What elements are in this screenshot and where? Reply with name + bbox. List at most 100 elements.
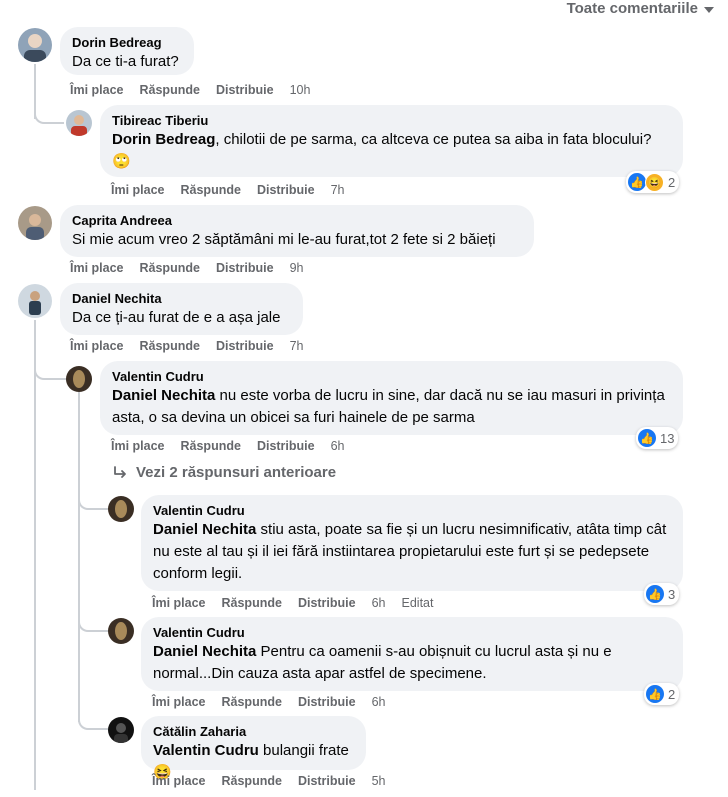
comment-time[interactable]: 5h bbox=[372, 774, 386, 788]
reply-button[interactable]: Răspunde bbox=[222, 774, 282, 788]
mention-link[interactable]: Daniel Nechita bbox=[153, 643, 256, 660]
avatar[interactable] bbox=[108, 618, 134, 644]
share-button[interactable]: Distribuie bbox=[216, 261, 274, 275]
like-button[interactable]: Îmi place bbox=[111, 183, 165, 197]
like-button[interactable]: Îmi place bbox=[152, 596, 206, 610]
share-button[interactable]: Distribuie bbox=[298, 596, 356, 610]
thread-line bbox=[78, 392, 80, 722]
reply-button[interactable]: Răspunde bbox=[140, 83, 200, 97]
comment-actions: Îmi place Răspunde Distribuie 9h bbox=[70, 261, 304, 275]
like-button[interactable]: Îmi place bbox=[70, 261, 124, 275]
comment-text: Daniel Nechita nu este vorba de lucru in… bbox=[112, 387, 665, 426]
edited-label: Editat bbox=[401, 596, 434, 610]
reactions-summary[interactable]: 👍 2 bbox=[644, 683, 680, 705]
reply-button[interactable]: Răspunde bbox=[222, 596, 282, 610]
mention-link[interactable]: Daniel Nechita bbox=[153, 521, 256, 538]
comment-bubble: Cătălin Zaharia Valentin Cudru bulangii … bbox=[141, 716, 366, 781]
reply-button[interactable]: Răspunde bbox=[222, 695, 282, 709]
reactions-summary[interactable]: 👍 😆 2 bbox=[626, 171, 680, 193]
reaction-count: 13 bbox=[660, 430, 675, 446]
comment-author[interactable]: Valentin Cudru bbox=[112, 369, 671, 385]
mention-link[interactable]: Valentin Cudru bbox=[153, 742, 259, 759]
comment-text: Dorin Bedreag, chilotii de pe sarma, ca … bbox=[112, 131, 652, 170]
share-button[interactable]: Distribuie bbox=[216, 83, 274, 97]
comment-author[interactable]: Cătălin Zaharia bbox=[153, 724, 354, 740]
share-button[interactable]: Distribuie bbox=[257, 183, 315, 197]
avatar[interactable] bbox=[18, 28, 52, 62]
like-button[interactable]: Îmi place bbox=[152, 774, 206, 788]
like-button[interactable]: Îmi place bbox=[70, 83, 124, 97]
avatar[interactable] bbox=[18, 284, 52, 318]
comment-author[interactable]: Tibireac Tiberiu bbox=[112, 113, 671, 129]
reactions-summary[interactable]: 👍 13 bbox=[636, 427, 679, 449]
comment-author[interactable]: Daniel Nechita bbox=[72, 291, 291, 307]
comment-author[interactable]: Valentin Cudru bbox=[153, 625, 671, 641]
like-button[interactable]: Îmi place bbox=[152, 695, 206, 709]
reply-button[interactable]: Răspunde bbox=[140, 339, 200, 353]
view-previous-replies-label: Vezi 2 răspunsuri anterioare bbox=[136, 464, 337, 481]
avatar[interactable] bbox=[66, 110, 92, 136]
comment-actions: Îmi place Răspunde Distribuie 6h bbox=[152, 695, 386, 709]
reply-arrow-icon bbox=[114, 465, 126, 478]
comment-text: Da ce ti-a furat? bbox=[72, 53, 179, 70]
comment-author[interactable]: Valentin Cudru bbox=[153, 503, 671, 519]
comment-bubble: Valentin Cudru Daniel Nechita Pentru ca … bbox=[141, 617, 683, 691]
comment-author[interactable]: Caprita Andreea bbox=[72, 213, 522, 229]
sort-comments-dropdown[interactable]: Toate comentariile bbox=[567, 0, 714, 17]
thread-connector bbox=[78, 608, 108, 632]
view-previous-replies-link[interactable]: Vezi 2 răspunsuri anterioare bbox=[112, 464, 336, 481]
share-button[interactable]: Distribuie bbox=[216, 339, 274, 353]
reaction-count: 2 bbox=[668, 686, 676, 702]
avatar[interactable] bbox=[18, 206, 52, 240]
like-button[interactable]: Îmi place bbox=[70, 339, 124, 353]
reaction-count: 3 bbox=[668, 586, 676, 602]
comment-text: Daniel Nechita stiu asta, poate sa fie ș… bbox=[153, 521, 667, 582]
like-reaction-icon: 👍 bbox=[646, 685, 664, 703]
like-reaction-icon: 👍 bbox=[638, 429, 656, 447]
comment-time[interactable]: 6h bbox=[331, 439, 345, 453]
mention-link[interactable]: Dorin Bedreag bbox=[112, 131, 215, 148]
haha-reaction-icon: 😆 bbox=[645, 172, 664, 192]
comment-bubble: Dorin Bedreag Da ce ti-a furat? bbox=[60, 27, 194, 75]
thread-connector bbox=[34, 100, 64, 124]
reply-button[interactable]: Răspunde bbox=[140, 261, 200, 275]
thread-connector bbox=[78, 706, 108, 730]
like-button[interactable]: Îmi place bbox=[111, 439, 165, 453]
comment-time[interactable]: 6h bbox=[372, 596, 386, 610]
comment-text: Daniel Nechita Pentru ca oamenii s-au ob… bbox=[153, 643, 612, 682]
thread-line bbox=[34, 320, 36, 790]
comment-author[interactable]: Dorin Bedreag bbox=[72, 35, 182, 51]
sort-label: Toate comentariile bbox=[566, 0, 698, 17]
comment-actions: Îmi place Răspunde Distribuie 7h bbox=[111, 183, 345, 197]
comment-bubble: Tibireac Tiberiu Dorin Bedreag, chilotii… bbox=[100, 105, 683, 177]
reaction-count: 2 bbox=[668, 174, 676, 190]
avatar[interactable] bbox=[108, 496, 134, 522]
comment-actions: Îmi place Răspunde Distribuie 10h bbox=[70, 83, 310, 97]
comment-actions: Îmi place Răspunde Distribuie 5h bbox=[152, 774, 386, 788]
comment-time[interactable]: 10h bbox=[290, 83, 311, 97]
avatar[interactable] bbox=[66, 366, 92, 392]
share-button[interactable]: Distribuie bbox=[298, 695, 356, 709]
reply-button[interactable]: Răspunde bbox=[181, 439, 241, 453]
reply-button[interactable]: Răspunde bbox=[181, 183, 241, 197]
comment-actions: Îmi place Răspunde Distribuie 6h Editat bbox=[152, 596, 433, 610]
comment-text: Si mie acum vreo 2 săptămâni mi le-au fu… bbox=[72, 231, 496, 248]
comment-time[interactable]: 6h bbox=[372, 695, 386, 709]
share-button[interactable]: Distribuie bbox=[257, 439, 315, 453]
comment-text: Da ce ți-au furat de e a așa jale bbox=[72, 309, 281, 326]
thread-connector bbox=[34, 356, 66, 380]
share-button[interactable]: Distribuie bbox=[298, 774, 356, 788]
comment-bubble: Caprita Andreea Si mie acum vreo 2 săptă… bbox=[60, 205, 534, 257]
like-reaction-icon: 👍 bbox=[628, 173, 646, 191]
like-reaction-icon: 👍 bbox=[646, 585, 664, 603]
comment-time[interactable]: 9h bbox=[290, 261, 304, 275]
comment-bubble: Valentin Cudru Daniel Nechita stiu asta,… bbox=[141, 495, 683, 591]
comment-time[interactable]: 7h bbox=[331, 183, 345, 197]
thread-connector bbox=[78, 486, 108, 510]
avatar[interactable] bbox=[108, 717, 134, 743]
reactions-summary[interactable]: 👍 3 bbox=[644, 583, 680, 605]
comment-actions: Îmi place Răspunde Distribuie 6h bbox=[111, 439, 345, 453]
comment-time[interactable]: 7h bbox=[290, 339, 304, 353]
mention-link[interactable]: Daniel Nechita bbox=[112, 387, 215, 404]
caret-down-icon bbox=[704, 6, 714, 13]
